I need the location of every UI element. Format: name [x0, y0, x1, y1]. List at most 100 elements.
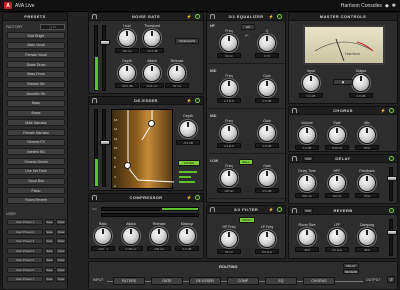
routing-chain-item[interactable]: DE-ESSER — [189, 277, 221, 285]
factory-preset-item[interactable]: Generic FX — [7, 138, 65, 146]
reverb-lpf-knob[interactable] — [329, 229, 345, 245]
master-mute-button[interactable]: ◼ — [333, 79, 353, 85]
factory-preset-item[interactable]: Female Vocal — [7, 51, 65, 59]
deesser-depth-knob[interactable] — [180, 121, 196, 137]
delay-tap-button[interactable]: TAP — [303, 156, 313, 161]
power-icon[interactable] — [277, 14, 282, 19]
bypass-icon[interactable]: ⚡ — [381, 108, 386, 113]
gate-attack-knob[interactable] — [144, 65, 160, 81]
bypass-icon[interactable]: ⚡ — [269, 14, 274, 19]
factory-preset-item[interactable]: Kick Bright — [7, 32, 65, 39]
user-preset-item[interactable]: User Preset 4 — [7, 247, 43, 254]
reverb-tap-button[interactable]: TAP — [303, 208, 313, 213]
factory-preset-item[interactable]: Male Narrator — [7, 119, 65, 127]
settings-icon[interactable]: ✱ — [392, 3, 396, 9]
routing-delay-button[interactable]: DELAY — [343, 263, 359, 268]
gate-hold-knob[interactable] — [119, 30, 135, 46]
routing-chain-item[interactable]: CHORUS — [303, 277, 335, 285]
headphones-icon[interactable] — [210, 207, 215, 212]
user-preset-clear-button[interactable]: Clear — [56, 219, 66, 225]
comp-ratio-knob[interactable] — [95, 228, 111, 244]
user-preset-clear-button[interactable]: Clear — [56, 266, 66, 273]
user-preset-clear-button[interactable]: Clear — [56, 247, 66, 254]
user-preset-item[interactable]: User Preset 5 — [7, 257, 43, 263]
user-preset-item[interactable]: User Preset 1 — [7, 219, 43, 225]
eq-band-freq-knob[interactable] — [221, 80, 237, 96]
routing-chain-item[interactable]: EQ — [265, 277, 297, 285]
bypass-icon[interactable]: ⚡ — [269, 207, 274, 212]
factory-preset-item[interactable]: Vocal Bus — [7, 177, 65, 185]
filter-mode-button[interactable]: MONO — [239, 217, 255, 223]
eq-band-q-knob[interactable] — [259, 35, 275, 51]
factory-preset-item[interactable]: Live Set Fave — [7, 167, 65, 175]
chorus-mix-knob[interactable] — [359, 127, 375, 143]
deesser-node-2[interactable] — [124, 162, 131, 169]
comp-release-knob[interactable] — [151, 228, 167, 244]
delay-delay-time-knob[interactable] — [299, 175, 315, 191]
user-preset-save-button[interactable]: Save — [45, 276, 54, 282]
eq-band-freq-knob[interactable] — [221, 35, 237, 51]
reverb-fader[interactable] — [387, 219, 397, 256]
master-input-knob[interactable] — [303, 75, 319, 91]
factory-toggle[interactable]: ▢ ▭ — [40, 24, 65, 30]
comp-makeup-knob[interactable] — [179, 228, 195, 244]
routing-chain-item[interactable]: FILTERS — [113, 277, 145, 285]
eq-band-gain-knob[interactable] — [259, 170, 275, 186]
gate-release-knob[interactable] — [169, 65, 185, 81]
factory-preset-item[interactable]: Snare Drum — [7, 61, 65, 69]
deesser-node-1[interactable] — [148, 120, 155, 127]
user-preset-item[interactable]: User Preset 6 — [7, 266, 43, 273]
reverb-damping-knob[interactable] — [359, 229, 375, 245]
delay-fader[interactable] — [387, 167, 397, 201]
bypass-icon[interactable]: ⚡ — [187, 98, 192, 103]
power-icon[interactable] — [195, 195, 200, 200]
master-output-knob[interactable] — [353, 75, 369, 91]
headphones-icon[interactable] — [210, 14, 215, 19]
power-icon[interactable] — [195, 14, 200, 19]
factory-preset-item[interactable]: Electric Gtr — [7, 80, 65, 88]
factory-preset-item[interactable]: Acoustic Gtr — [7, 90, 65, 98]
gate-fader[interactable] — [100, 25, 110, 91]
routing-chain-item[interactable]: GATE — [151, 277, 183, 285]
routing-reset-icon[interactable]: ↺ — [387, 276, 395, 283]
user-preset-save-button[interactable]: Save — [45, 219, 54, 225]
headphones-icon[interactable] — [92, 195, 97, 200]
power-icon[interactable] — [195, 98, 200, 103]
bypass-icon[interactable]: ⚡ — [187, 195, 192, 200]
deesser-display[interactable]: 2 4 6 8 10 12 14 16 — [111, 109, 174, 189]
user-preset-save-button[interactable]: Save — [45, 266, 54, 273]
routing-reverb-button[interactable]: REVERB — [343, 269, 359, 274]
factory-preset-item[interactable]: Female Narrator — [7, 129, 65, 136]
chorus-volume-knob[interactable] — [299, 127, 315, 143]
power-icon[interactable] — [277, 207, 282, 212]
reverb-room-size-knob[interactable] — [299, 229, 315, 245]
factory-preset-item[interactable]: Piano — [7, 187, 65, 195]
user-preset-clear-button[interactable]: Clear — [56, 276, 66, 282]
user-preset-save-button[interactable]: Save — [45, 257, 54, 263]
user-preset-clear-button[interactable]: Clear — [56, 238, 66, 244]
delay-feedback-knob[interactable] — [359, 175, 375, 191]
eq-band-freq-knob[interactable] — [221, 170, 237, 186]
factory-preset-item[interactable]: Male Vocal — [7, 41, 65, 49]
eq-bell-button[interactable]: BELL — [239, 159, 253, 165]
user-preset-clear-button[interactable]: Clear — [56, 228, 66, 235]
sidechain-button[interactable]: SIDECHAIN — [175, 38, 199, 44]
eq-band-gain-knob[interactable] — [259, 80, 275, 96]
listen-button[interactable]: LISTEN — [178, 160, 200, 166]
headphones-icon[interactable] — [92, 98, 97, 103]
user-preset-clear-button[interactable]: Clear — [56, 257, 66, 263]
user-preset-item[interactable]: User Preset 7 — [7, 276, 43, 282]
gate-depth-knob[interactable] — [119, 65, 135, 81]
user-preset-item[interactable]: User Preset 2 — [7, 228, 43, 235]
delay-hpf-knob[interactable] — [329, 175, 345, 191]
comp-attack-knob[interactable] — [123, 228, 139, 244]
eq-band-gain-knob[interactable] — [259, 125, 275, 141]
filter-hp-freq-knob[interactable] — [221, 231, 237, 247]
user-preset-save-button[interactable]: Save — [45, 228, 54, 235]
eq-hp-button[interactable]: HP — [241, 24, 255, 30]
factory-preset-item[interactable]: Generic BG — [7, 148, 65, 156]
power-icon[interactable] — [389, 156, 394, 161]
gate-threshold-knob[interactable] — [144, 30, 160, 46]
factory-preset-item[interactable]: Bass — [7, 99, 65, 107]
share-icon[interactable]: ◆ — [385, 3, 389, 9]
